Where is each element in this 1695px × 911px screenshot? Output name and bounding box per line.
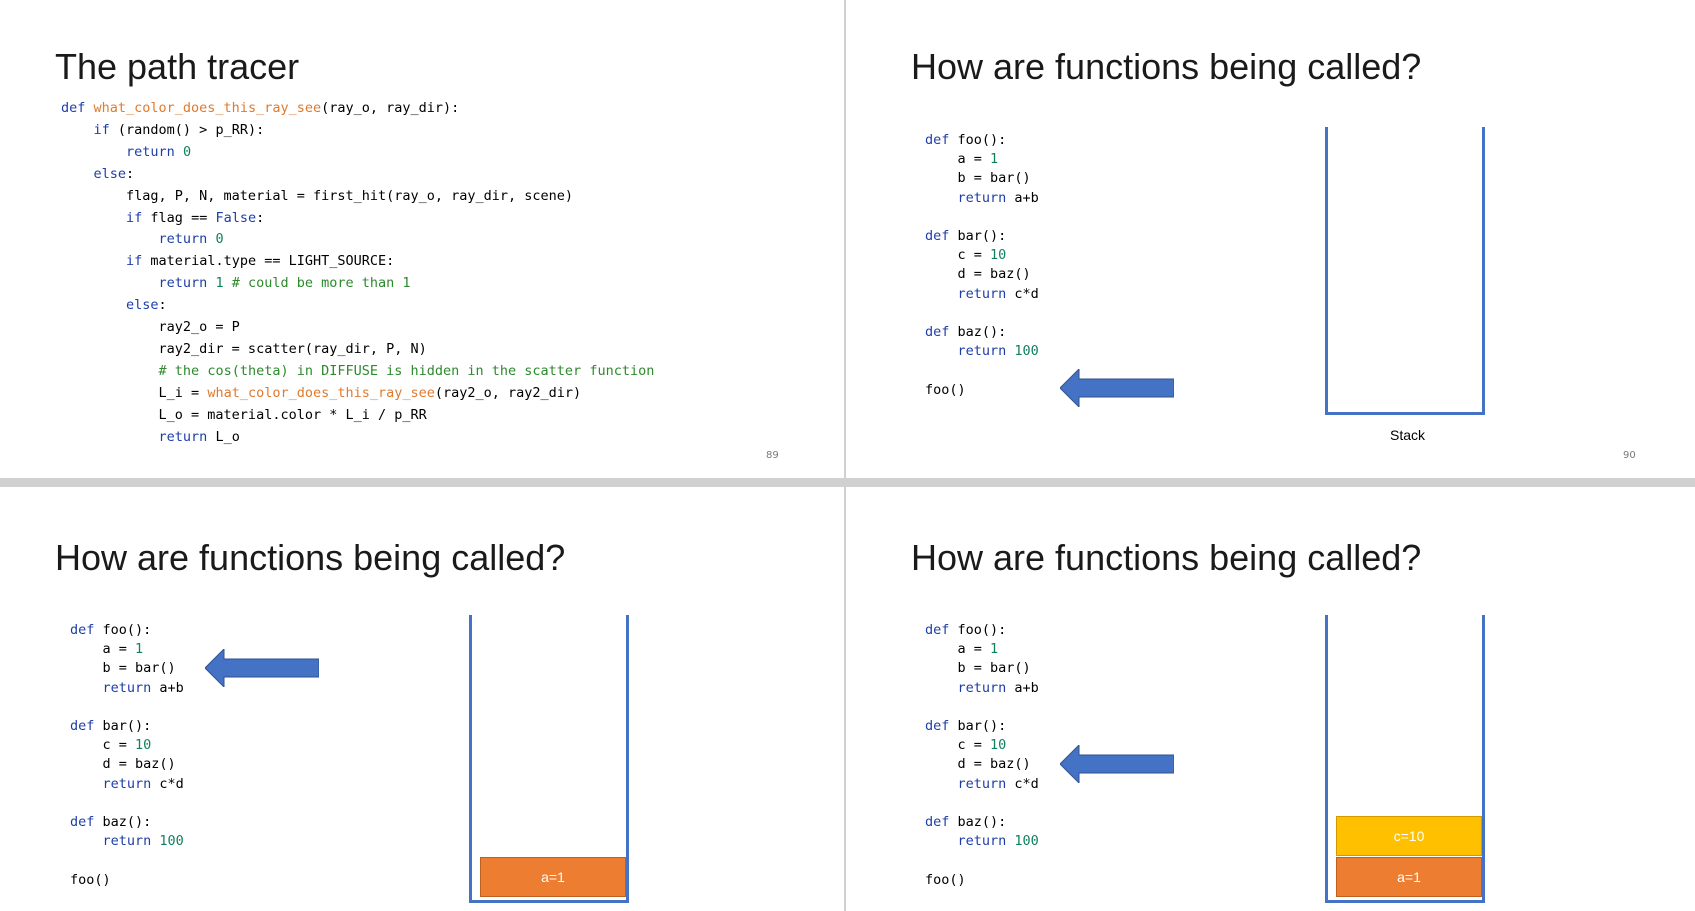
code-line: def bar():: [925, 228, 1007, 245]
page-number: 89: [766, 450, 779, 461]
stack-label: Stack: [1390, 427, 1426, 443]
code-line: a = 1: [925, 641, 999, 658]
code-line: a = 1: [925, 151, 999, 168]
left-arrow-icon: [1060, 745, 1174, 783]
code-line: return c*d: [957, 775, 1039, 792]
slide-divider-horizontal: [0, 478, 1695, 487]
code-line: return 0: [158, 231, 224, 248]
call-stack: a=1: [469, 615, 629, 903]
slide-title: How are functions being called?: [911, 537, 1422, 578]
code-line: return a+b: [102, 679, 184, 696]
code-line: def foo():: [925, 132, 1007, 148]
code-line: b = bar(): [925, 170, 1031, 187]
code-line: return 0: [126, 143, 192, 160]
code-block: def foo(): a = 1 b = bar() return a+b de…: [925, 131, 1039, 400]
stack-frame: a=1: [480, 857, 626, 897]
code-line: foo(): [925, 871, 966, 888]
code-line: b = bar(): [925, 660, 1031, 677]
code-line: return c*d: [957, 285, 1039, 302]
left-arrow-icon: [205, 649, 319, 687]
code-line: return a+b: [957, 679, 1039, 696]
code-line: d = baz(): [925, 266, 1031, 283]
code-line: return a+b: [957, 189, 1039, 206]
code-line: def baz():: [925, 324, 1007, 341]
code-line: foo(): [925, 381, 966, 398]
code-line: return 100: [102, 833, 184, 850]
code-line: return 1 # could be more than 1: [158, 275, 411, 292]
code-line: def bar():: [70, 718, 152, 735]
code-line: # the cos(theta) in DIFFUSE is hidden in…: [158, 362, 655, 379]
code-line: if (random() > p_RR):: [93, 121, 265, 138]
code-line: def bar():: [925, 718, 1007, 735]
code-block: def foo(): a = 1 b = bar() return a+b de…: [70, 621, 184, 890]
code-line: return 100: [957, 833, 1039, 850]
code-line: return 100: [957, 343, 1039, 360]
call-stack: c=10 a=1: [1325, 615, 1485, 903]
page-number: 90: [1623, 450, 1636, 461]
code-line: a = 1: [70, 641, 144, 658]
stack-frame: c=10: [1336, 816, 1482, 856]
code-line: L_o = material.color * L_i / p_RR: [61, 406, 427, 423]
stack-frame: a=1: [1336, 857, 1482, 897]
slide-90[interactable]: How are functions being called? def foo(…: [846, 0, 1695, 478]
code-line: flag, P, N, material = first_hit(ray_o, …: [61, 187, 574, 204]
code-line: return L_o: [158, 428, 240, 445]
code-line: return c*d: [102, 775, 184, 792]
code-line: foo(): [70, 871, 111, 888]
code-line: def what_color_does_this_ray_see(ray_o, …: [61, 100, 460, 116]
left-arrow-icon: [1060, 369, 1174, 407]
code-block: def what_color_does_this_ray_see(ray_o, …: [61, 98, 654, 449]
code-line: c = 10: [925, 247, 1007, 264]
code-line: c = 10: [925, 737, 1007, 754]
code-line: def baz():: [70, 814, 152, 831]
code-line: c = 10: [70, 737, 152, 754]
slide-title: How are functions being called?: [911, 46, 1422, 87]
code-line: def baz():: [925, 814, 1007, 831]
code-line: d = baz(): [70, 756, 176, 773]
code-block: def foo(): a = 1 b = bar() return a+b de…: [925, 621, 1039, 890]
slide-92[interactable]: How are functions being called? def foo(…: [846, 487, 1695, 911]
slide-89[interactable]: The path tracer def what_color_does_this…: [0, 0, 844, 478]
code-line: if material.type == LIGHT_SOURCE:: [126, 253, 395, 270]
slide-title: How are functions being called?: [55, 537, 566, 578]
code-line: def foo():: [70, 622, 152, 638]
code-line: b = bar(): [70, 660, 176, 677]
slide-title: The path tracer: [55, 46, 300, 87]
slide-91[interactable]: How are functions being called? def foo(…: [0, 487, 844, 911]
call-stack: [1325, 127, 1485, 415]
code-line: else:: [126, 297, 167, 314]
code-line: d = baz(): [925, 756, 1031, 773]
code-line: if flag == False:: [126, 209, 265, 226]
code-line: L_i = what_color_does_this_ray_see(ray2_…: [61, 384, 582, 401]
code-line: ray2_dir = scatter(ray_dir, P, N): [61, 340, 427, 357]
code-line: ray2_o = P: [61, 319, 240, 336]
code-line: else:: [93, 165, 135, 182]
code-line: def foo():: [925, 622, 1007, 638]
